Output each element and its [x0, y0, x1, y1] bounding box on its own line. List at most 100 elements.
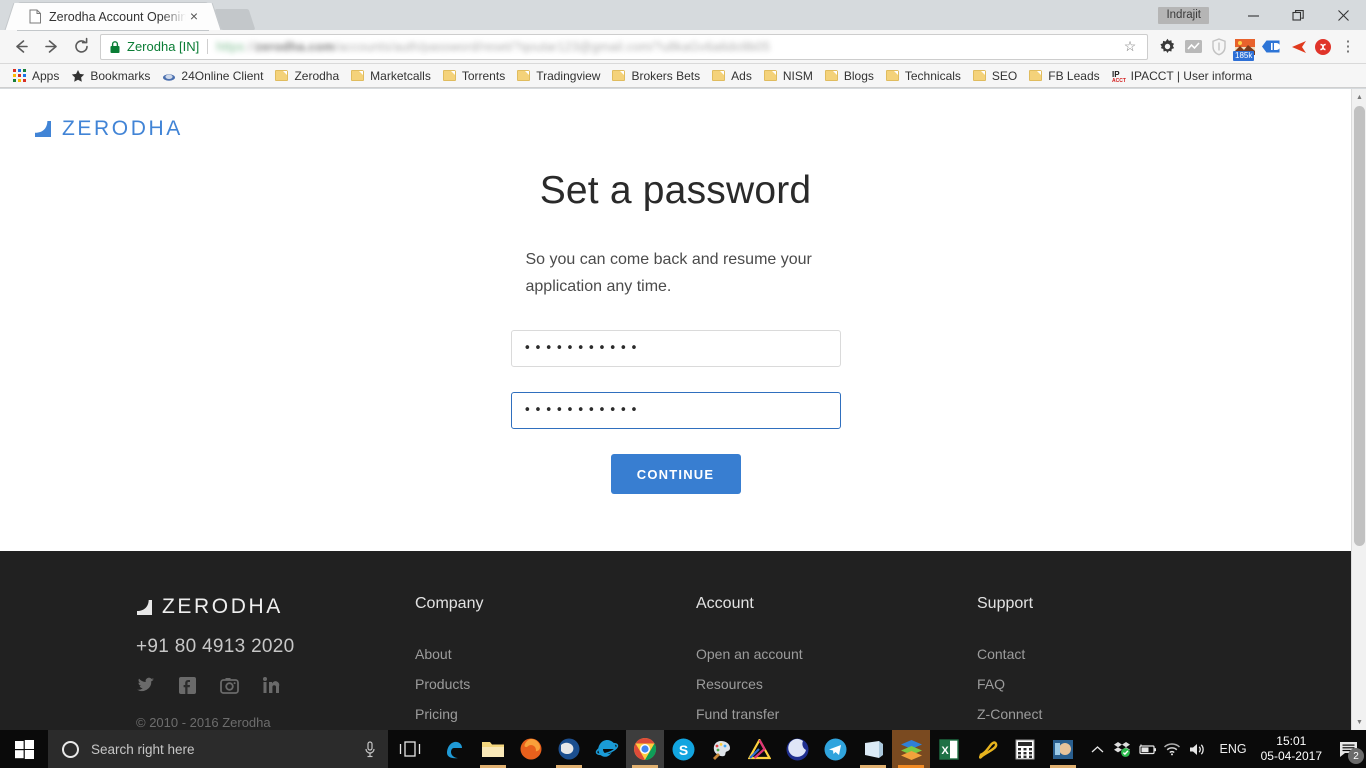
bookmark-nism[interactable]: NISM	[759, 66, 820, 86]
battery-icon[interactable]	[1135, 730, 1160, 768]
confirm-password-input[interactable]: •••••••••••	[510, 392, 841, 429]
back-icon[interactable]	[6, 33, 36, 61]
footer-link-pricing[interactable]: Pricing	[415, 699, 696, 729]
calculator-icon[interactable]	[1006, 730, 1044, 768]
bookmark-label: NISM	[782, 68, 813, 83]
bookmark-blogs[interactable]: Blogs	[820, 66, 881, 86]
scroll-up-icon[interactable]: ▲	[1352, 89, 1366, 105]
footer-link-fund-transfer[interactable]: Fund transfer	[696, 699, 977, 729]
footer-link-about[interactable]: About	[415, 639, 696, 669]
bookmark-ipacct[interactable]: IP ACCT IPACCT | User informa	[1107, 66, 1259, 86]
footer-phone[interactable]: +91 80 4913 2020	[136, 636, 415, 658]
microphone-icon[interactable]	[360, 740, 380, 758]
footer-column-heading: Company	[415, 595, 484, 612]
close-icon[interactable]: ×	[186, 8, 202, 25]
restore-button[interactable]	[1276, 0, 1321, 30]
bookmark-bookmarks[interactable]: Bookmarks	[66, 66, 157, 86]
instagram-icon[interactable]	[220, 676, 239, 695]
internet-explorer-icon[interactable]	[588, 730, 626, 768]
chrome-icon[interactable]	[626, 730, 664, 768]
search-input[interactable]: Search right here	[48, 730, 388, 768]
footer-link-contact[interactable]: Contact	[977, 639, 1258, 669]
footer-column-account: Account Open an account Resources Fund t…	[696, 595, 977, 730]
file-explorer-icon[interactable]	[474, 730, 512, 768]
edit-icon[interactable]	[968, 730, 1006, 768]
dropbox-icon[interactable]	[1110, 730, 1135, 768]
shield-extension-icon[interactable]	[1206, 34, 1232, 60]
footer-link-faq[interactable]: FAQ	[977, 669, 1258, 699]
bookmark-star-icon[interactable]: ☆	[1119, 38, 1141, 55]
scrollbar-thumb[interactable]	[1354, 106, 1365, 546]
bookmark-apps[interactable]: Apps	[8, 66, 66, 86]
excel-icon[interactable]: X	[930, 730, 968, 768]
minimize-button[interactable]	[1231, 0, 1276, 30]
zerodha-logo[interactable]: ZERODHA	[34, 117, 183, 141]
twitter-icon[interactable]	[136, 676, 155, 695]
chrome-menu-icon[interactable]: ⋮	[1336, 39, 1360, 54]
password-input[interactable]: •••••••••••	[510, 330, 841, 367]
wifi-icon[interactable]	[1160, 730, 1185, 768]
thunderbird-icon[interactable]	[550, 730, 588, 768]
page-scrollbar[interactable]: ▲ ▼	[1351, 89, 1366, 730]
forward-icon[interactable]	[36, 33, 66, 61]
bookmark-fb-leads[interactable]: FB Leads	[1024, 66, 1106, 86]
edge-icon[interactable]	[436, 730, 474, 768]
browser-tab[interactable]: Zerodha Account Opening ×	[18, 3, 208, 30]
onenote-icon[interactable]	[854, 730, 892, 768]
media-icon[interactable]	[1044, 730, 1082, 768]
settings-extension-icon[interactable]	[1154, 34, 1180, 60]
bluestacks-icon[interactable]	[892, 730, 930, 768]
url-text: https://zerodha.com/accounts/auth/passwo…	[216, 39, 771, 54]
bookmark-zerodha[interactable]: Zerodha	[270, 66, 346, 86]
link-extension-icon[interactable]	[1310, 34, 1336, 60]
clock[interactable]: 15:01 05-04-2017	[1257, 734, 1330, 764]
bookmark-tradingview[interactable]: Tradingview	[512, 66, 607, 86]
bookmark-seo[interactable]: SEO	[968, 66, 1024, 86]
footer-column-support: Support Contact FAQ Z-Connect	[977, 595, 1258, 730]
bookmark-label: FB Leads	[1048, 68, 1100, 83]
footer-link-z-connect[interactable]: Z-Connect	[977, 699, 1258, 729]
reload-icon[interactable]	[66, 33, 96, 61]
autodesk-icon[interactable]	[740, 730, 778, 768]
show-hidden-icons-icon[interactable]	[1085, 730, 1110, 768]
user-profile-chip[interactable]: Indrajit	[1158, 6, 1209, 24]
maxthon-icon[interactable]	[778, 730, 816, 768]
skype-icon[interactable]: S	[664, 730, 702, 768]
scroll-down-icon[interactable]: ▼	[1352, 714, 1366, 730]
footer-column-company: Company About Products Pricing	[415, 595, 696, 730]
linkedin-icon[interactable]	[262, 676, 281, 695]
address-bar[interactable]: Zerodha [IN] https://zerodha.com/account…	[100, 33, 1148, 60]
close-window-button[interactable]	[1321, 0, 1366, 30]
telegram-icon[interactable]	[816, 730, 854, 768]
tab-strip: Zerodha Account Opening × Indrajit	[0, 0, 1366, 30]
facebook-icon[interactable]	[178, 676, 197, 695]
svg-text:S: S	[678, 742, 687, 758]
bookmark-torrents[interactable]: Torrents	[438, 66, 512, 86]
task-view-icon[interactable]	[388, 730, 432, 768]
tag-extension-icon[interactable]	[1258, 34, 1284, 60]
ipacct-icon: IP ACCT	[1112, 69, 1126, 84]
new-tab-button[interactable]	[214, 9, 256, 30]
chart-extension-icon[interactable]	[1180, 34, 1206, 60]
footer-link-products[interactable]: Products	[415, 669, 696, 699]
bookmark-technicals[interactable]: Technicals	[881, 66, 968, 86]
bookmark-extension-icon[interactable]	[1284, 34, 1310, 60]
bookmark-24online-client[interactable]: 24Online Client	[157, 66, 270, 86]
paint-icon[interactable]	[702, 730, 740, 768]
image-extension-icon[interactable]: 185k	[1232, 34, 1258, 61]
windows-logo-icon[interactable]	[0, 730, 48, 768]
windows-taskbar: Search right here S X ENG 15:01 05-04-20…	[0, 730, 1366, 768]
footer-link-resources[interactable]: Resources	[696, 669, 977, 699]
bookmark-brokers-bets[interactable]: Brokers Bets	[607, 66, 707, 86]
bookmark-marketcalls[interactable]: Marketcalls	[346, 66, 438, 86]
firefox-icon[interactable]	[512, 730, 550, 768]
footer-link-open-an-account[interactable]: Open an account	[696, 639, 977, 669]
lock-icon	[109, 40, 121, 54]
language-indicator[interactable]: ENG	[1210, 742, 1257, 756]
continue-button[interactable]: CONTINUE	[610, 454, 741, 494]
folder-icon	[712, 70, 726, 81]
notifications-button[interactable]: 2	[1330, 730, 1366, 768]
footer-zerodha-logo[interactable]: ZERODHA	[136, 595, 415, 619]
volume-icon[interactable]	[1185, 730, 1210, 768]
bookmark-ads[interactable]: Ads	[707, 66, 759, 86]
